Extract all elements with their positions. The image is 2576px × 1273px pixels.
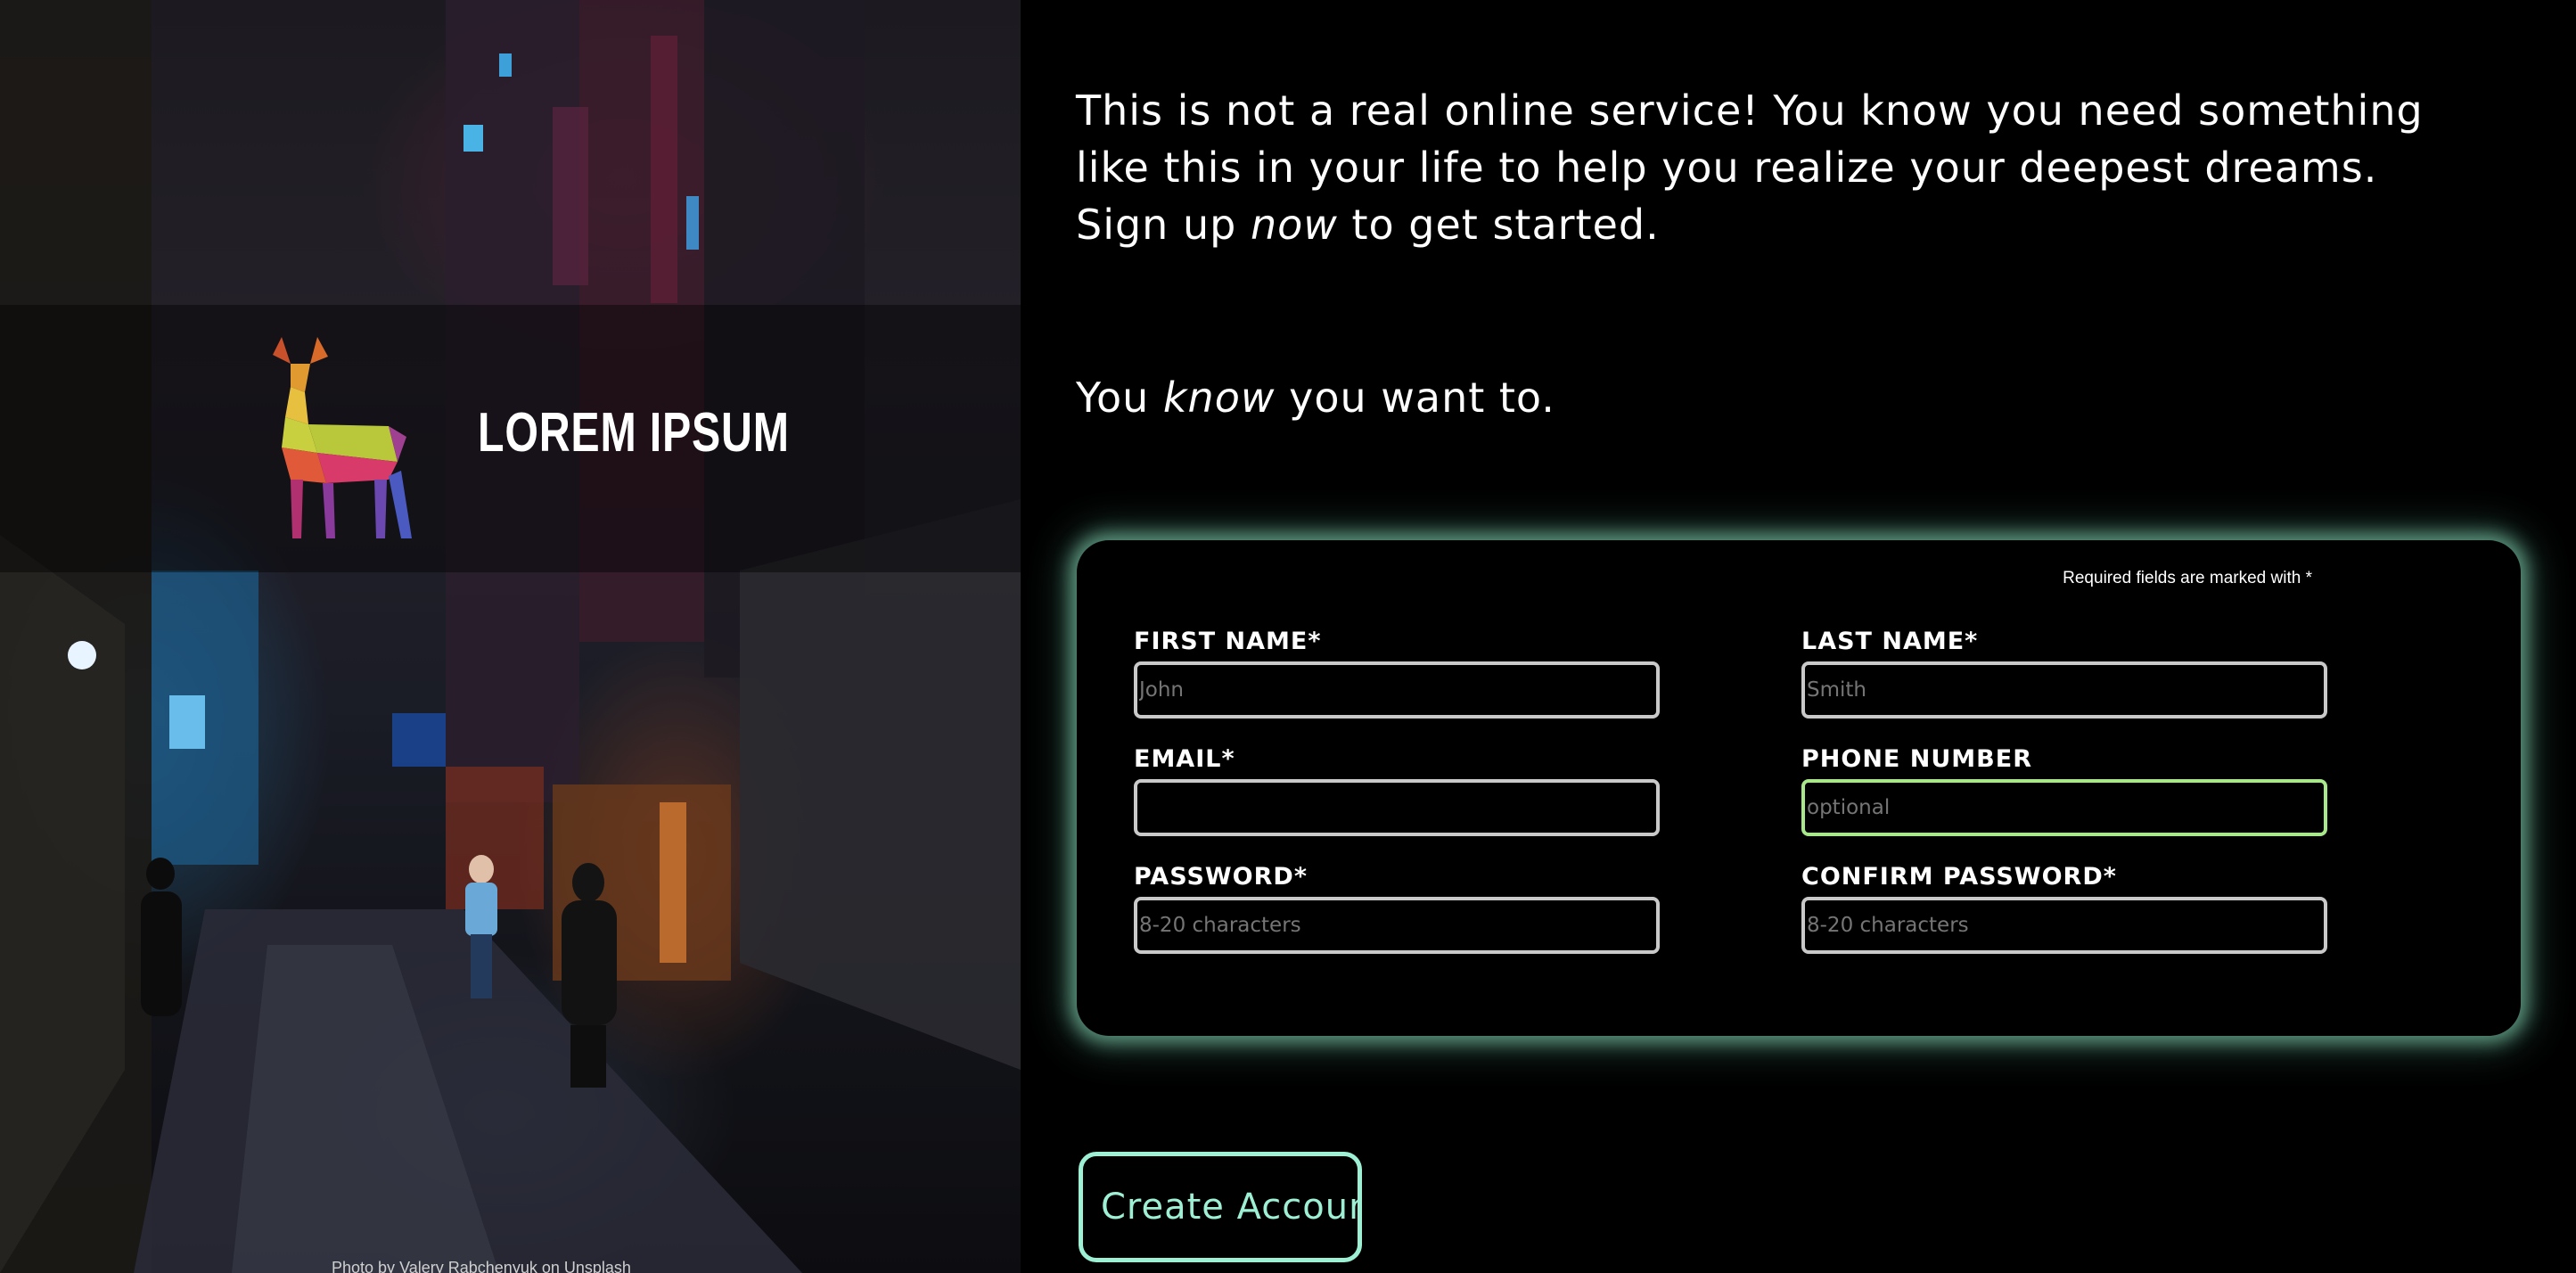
phone-group: PHONE NUMBER xyxy=(1801,745,2327,836)
intro-emphasis: now xyxy=(1250,201,1338,249)
password-group: PASSWORD* xyxy=(1134,863,1660,954)
password-input[interactable] xyxy=(1134,897,1660,954)
first-name-group: FIRST NAME* xyxy=(1134,628,1660,719)
phone-input[interactable] xyxy=(1801,779,2327,836)
email-label: EMAIL* xyxy=(1134,745,1235,773)
intro-text: This is not a real online service! You k… xyxy=(1076,82,2466,253)
hero-photo-panel: LOREM IPSUM Photo by Valery Rabchenyuk o… xyxy=(0,0,1021,1273)
credit-prefix: Photo by xyxy=(332,1259,396,1273)
intro-line-post: to get started. xyxy=(1351,201,1660,249)
first-name-input[interactable] xyxy=(1134,661,1660,719)
polygon-deer-icon xyxy=(273,337,412,538)
credit-middle: on xyxy=(541,1259,560,1273)
first-name-label: FIRST NAME* xyxy=(1134,628,1322,655)
tagline: You know you want to. xyxy=(1076,369,1555,426)
signup-page: LOREM IPSUM Photo by Valery Rabchenyuk o… xyxy=(0,0,2576,1273)
required-note: Required fields are marked with * xyxy=(2063,569,2312,587)
photo-credit: Photo by Valery Rabchenyuk on Unsplash xyxy=(332,1259,631,1273)
last-name-label: LAST NAME* xyxy=(1801,628,1979,655)
tagline-pre: You xyxy=(1076,374,1150,422)
logo-text: LOREM IPSUM xyxy=(478,402,790,464)
password-label: PASSWORD* xyxy=(1134,863,1308,891)
phone-label: PHONE NUMBER xyxy=(1801,745,2032,773)
confirm-password-input[interactable] xyxy=(1801,897,2327,954)
email-group: EMAIL* xyxy=(1134,745,1660,836)
confirm-password-group: CONFIRM PASSWORD* xyxy=(1801,863,2327,954)
tagline-emphasis: know xyxy=(1162,374,1276,422)
last-name-input[interactable] xyxy=(1801,661,2327,719)
signup-form: Required fields are marked with * FIRST … xyxy=(1077,540,2521,1036)
create-account-button[interactable]: Create Account xyxy=(1079,1152,1362,1262)
last-name-group: LAST NAME* xyxy=(1801,628,2327,719)
tagline-post: you want to. xyxy=(1289,374,1555,422)
night-street-photo xyxy=(0,0,1021,1273)
confirm-password-label: CONFIRM PASSWORD* xyxy=(1801,863,2117,891)
credit-source-link[interactable]: Unsplash xyxy=(564,1259,631,1273)
credit-author-link[interactable]: Valery Rabchenyuk xyxy=(399,1259,537,1273)
email-input[interactable] xyxy=(1134,779,1660,836)
